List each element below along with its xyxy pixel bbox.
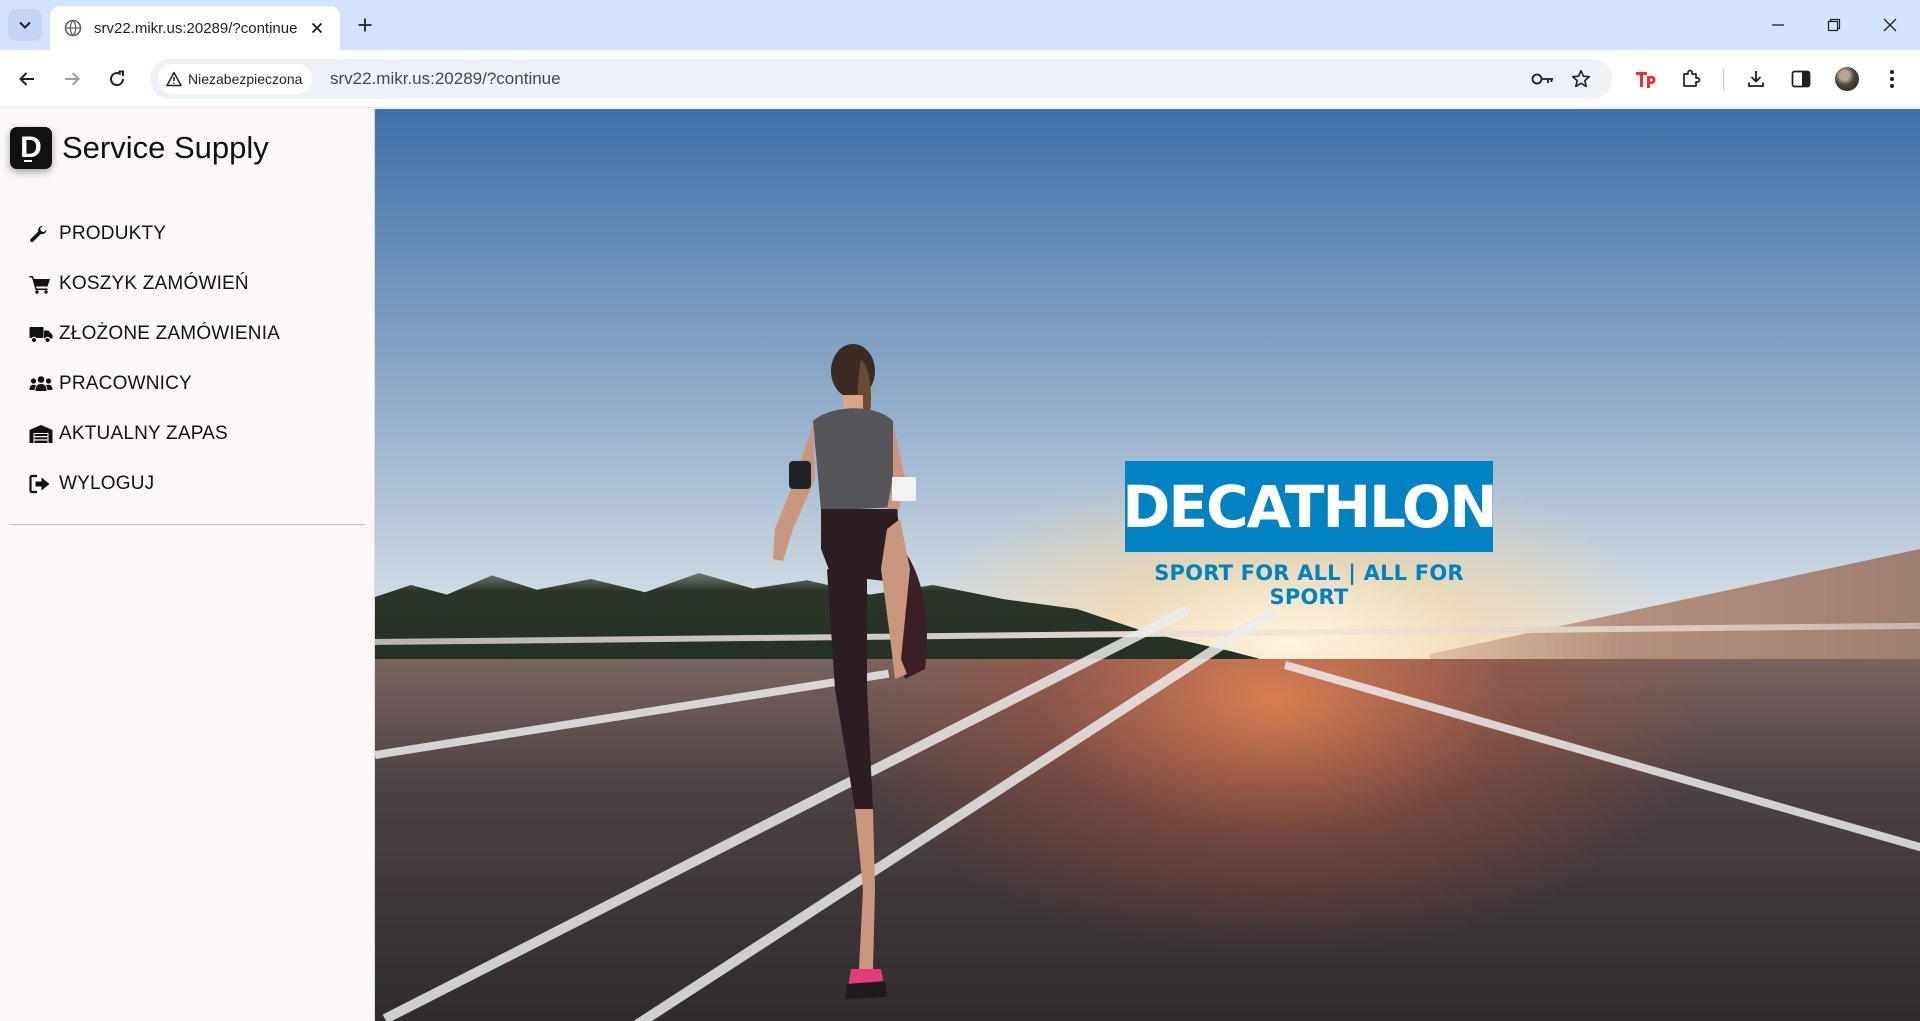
browser-tab-strip: srv22.mikr.us:20289/?continue xyxy=(0,0,1920,50)
sidebar-item-label: ZŁOŻONE ZAMÓWIENIA xyxy=(59,323,281,344)
plus-icon xyxy=(358,18,372,32)
sidebar: D Service Supply PRODUKTY KOSZYK ZAMÓWIE… xyxy=(0,109,375,1021)
restore-button[interactable] xyxy=(1806,0,1862,50)
security-chip[interactable]: Niezabezpieczona xyxy=(158,64,313,94)
back-icon xyxy=(19,72,34,86)
decathlon-logo: DECATHLON xyxy=(1122,461,1498,552)
sidebar-item-koszyk-zamowien[interactable]: KOSZYK ZAMÓWIEŃ xyxy=(29,259,359,309)
profile-button[interactable] xyxy=(1831,63,1863,95)
profile-avatar xyxy=(1835,67,1859,91)
sidebar-item-label: AKTUALNY ZAPAS xyxy=(59,423,228,444)
browser-tab[interactable]: srv22.mikr.us:20289/?continue xyxy=(50,6,340,50)
url-text: srv22.mikr.us:20289/?continue xyxy=(330,69,561,88)
minimize-button[interactable] xyxy=(1750,0,1806,50)
bookmark-button[interactable] xyxy=(1568,66,1594,92)
runner-figure xyxy=(773,344,927,999)
close-window-button[interactable] xyxy=(1862,0,1918,50)
hero-image: DECATHLON SPORT FOR ALL | ALL FOR SPORT xyxy=(375,109,1920,1021)
extensions-button[interactable] xyxy=(1675,63,1707,95)
warning-icon xyxy=(166,71,182,87)
back-button[interactable] xyxy=(10,62,44,96)
logo-slogan: SPORT FOR ALL | ALL FOR SPORT xyxy=(1154,561,1464,609)
browser-toolbar: Niezabezpieczona srv22.mikr.us:20289/?co… xyxy=(0,50,1920,108)
brand[interactable]: D Service Supply xyxy=(10,127,269,169)
side-panel-icon xyxy=(1791,70,1811,88)
star-icon xyxy=(1571,70,1591,88)
logo-text: DECATHLON xyxy=(1122,472,1498,541)
cart-icon xyxy=(29,273,55,295)
sidebar-item-wyloguj[interactable]: WYLOGUJ xyxy=(29,459,359,509)
extensions-icon xyxy=(1683,69,1701,87)
sidebar-item-label: WYLOGUJ xyxy=(59,473,155,494)
chevron-down-icon xyxy=(19,21,31,29)
sidebar-item-aktualny-zapas[interactable]: AKTUALNY ZAPAS xyxy=(29,409,359,459)
brand-logo: D xyxy=(10,127,52,169)
sidebar-item-label: PRODUKTY xyxy=(59,223,167,244)
sidebar-divider xyxy=(10,524,365,525)
new-tab-button[interactable] xyxy=(350,10,380,40)
close-tab-button[interactable] xyxy=(306,17,328,39)
globe-icon xyxy=(64,19,82,37)
side-panel-button[interactable] xyxy=(1785,63,1817,95)
brand-name: Service Supply xyxy=(62,130,269,165)
close-icon xyxy=(311,22,323,34)
download-icon xyxy=(1748,71,1764,87)
sign-out-icon xyxy=(29,473,55,495)
users-icon xyxy=(29,373,55,395)
menu-button[interactable] xyxy=(1876,63,1908,95)
security-label: Niezabezpieczona xyxy=(188,71,303,87)
sidebar-item-label: PRACOWNICY xyxy=(59,373,192,394)
reload-button[interactable] xyxy=(100,62,134,96)
sidebar-item-label: KOSZYK ZAMÓWIEŃ xyxy=(59,273,249,294)
tp-extension-button[interactable] xyxy=(1630,63,1662,95)
password-key-button[interactable] xyxy=(1530,66,1556,92)
warehouse-icon xyxy=(29,423,55,445)
tab-search-button[interactable] xyxy=(8,9,42,41)
sidebar-menu: PRODUKTY KOSZYK ZAMÓWIEŃ ZŁOŻONE ZAMÓWIE… xyxy=(29,209,359,509)
key-icon xyxy=(1531,73,1553,85)
minimize-icon xyxy=(1772,24,1784,26)
toolbar-separator xyxy=(1723,68,1724,90)
sidebar-item-produkty[interactable]: PRODUKTY xyxy=(29,209,359,259)
sidebar-item-zlozone-zamowienia[interactable]: ZŁOŻONE ZAMÓWIENIA xyxy=(29,309,359,359)
more-icon xyxy=(1890,70,1894,88)
sidebar-item-pracownicy[interactable]: PRACOWNICY xyxy=(29,359,359,409)
page-content: D Service Supply PRODUKTY KOSZYK ZAMÓWIE… xyxy=(0,109,1920,1021)
tp-extension-icon xyxy=(1636,72,1656,88)
address-bar[interactable]: Niezabezpieczona srv22.mikr.us:20289/?co… xyxy=(150,59,1612,99)
wrench-icon xyxy=(29,223,55,245)
forward-button[interactable] xyxy=(55,62,89,96)
close-window-icon xyxy=(1883,18,1897,32)
restore-icon xyxy=(1827,18,1841,32)
reload-icon xyxy=(110,70,125,87)
forward-icon xyxy=(65,72,80,86)
truck-icon xyxy=(29,323,55,345)
downloads-button[interactable] xyxy=(1740,63,1772,95)
tab-title: srv22.mikr.us:20289/?continue xyxy=(94,19,298,37)
